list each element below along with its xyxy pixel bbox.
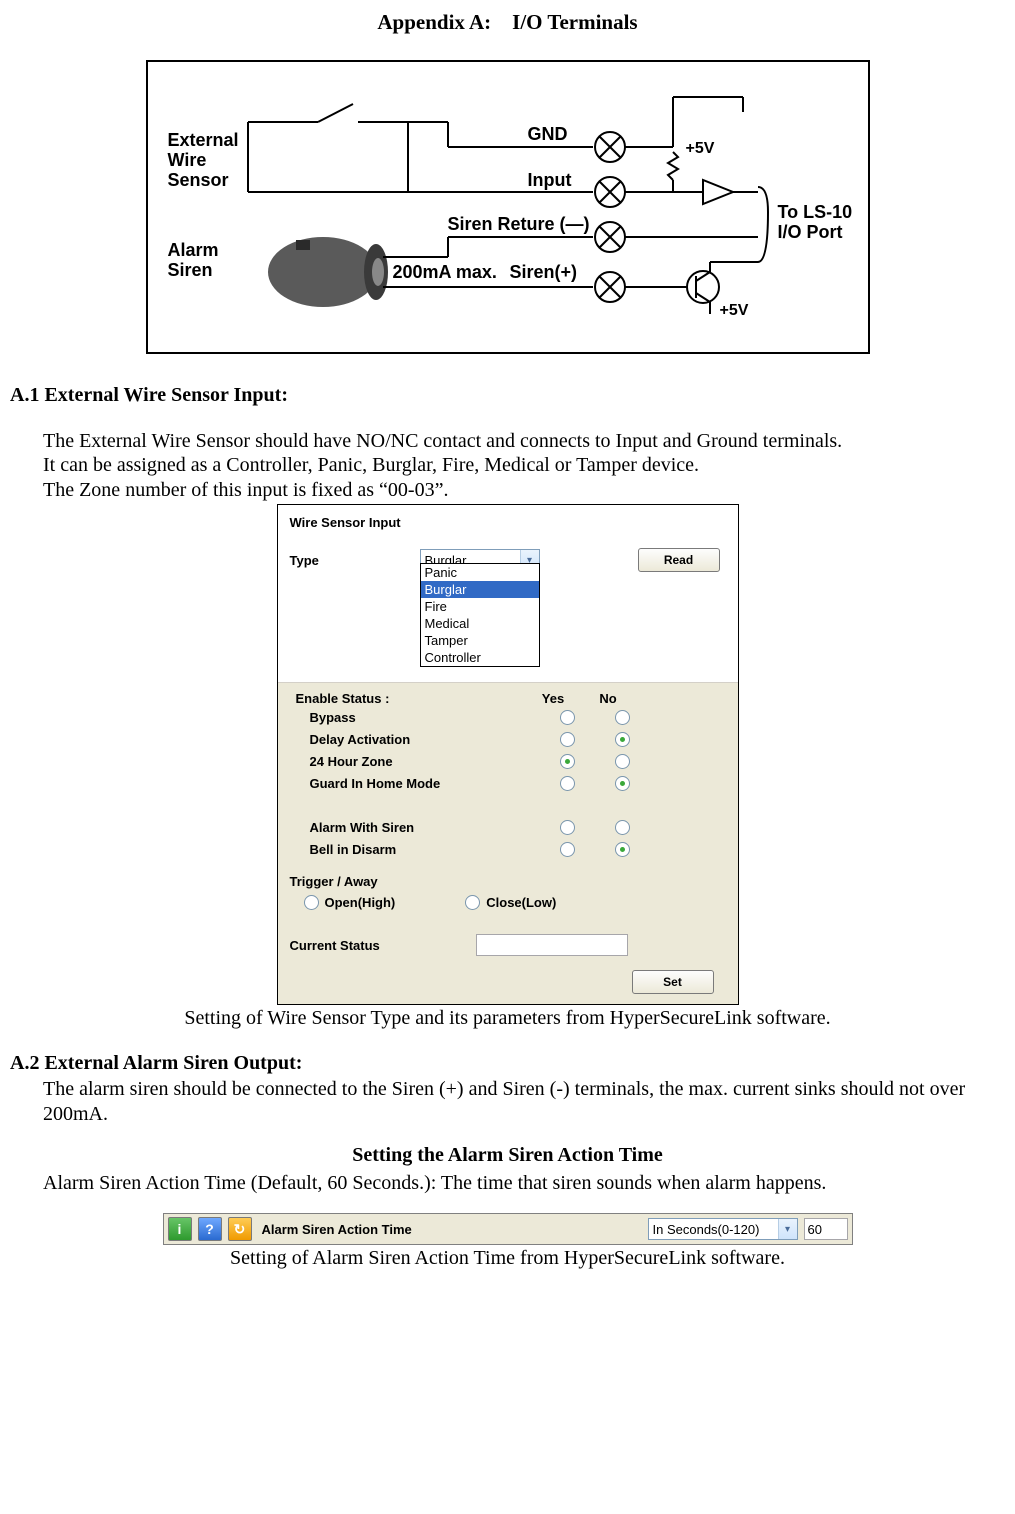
radio-button[interactable] [560, 710, 575, 725]
a2-line1: The alarm siren should be connected to t… [43, 1077, 1000, 1126]
radio-cell [540, 731, 595, 747]
open-high-text: Open(High) [325, 895, 396, 910]
section-a1-body: The External Wire Sensor should have NO/… [43, 429, 1000, 502]
heading-a1: A.1 External Wire Sensor Input: [10, 384, 1005, 407]
enable-row [296, 794, 726, 816]
radio-cell [540, 775, 595, 791]
current-status-field[interactable] [476, 934, 628, 956]
refresh-icon[interactable]: ↻ [228, 1217, 252, 1241]
open-high-option[interactable]: Open(High) [304, 895, 396, 910]
label-5v-a: +5V [686, 140, 715, 158]
info-icon[interactable]: i [168, 1217, 192, 1241]
read-button[interactable]: Read [638, 548, 720, 572]
enable-row: Delay Activation [296, 728, 726, 750]
label-sirenplus: Siren(+) [510, 262, 578, 283]
col-yes: Yes [526, 691, 581, 706]
enable-row-label: Bell in Disarm [296, 842, 540, 857]
close-low-text: Close(Low) [486, 895, 556, 910]
enable-row-label: Guard In Home Mode [296, 776, 540, 791]
radio-open-high[interactable] [304, 895, 319, 910]
radio-button[interactable] [615, 710, 630, 725]
caption-bar: Setting of Alarm Siren Action Time from … [10, 1247, 1005, 1270]
chevron-down-icon: ▾ [778, 1219, 797, 1239]
radio-cell [595, 731, 650, 747]
radio-cell [595, 753, 650, 769]
radio-cell [540, 819, 595, 835]
radio-button[interactable] [615, 820, 630, 835]
type-option[interactable]: Panic [421, 564, 539, 581]
radio-button[interactable] [560, 842, 575, 857]
enable-row-label: Delay Activation [296, 732, 540, 747]
label-siren: Siren [168, 260, 213, 281]
page-title: Appendix A: I/O Terminals [10, 10, 1005, 35]
radio-button[interactable] [560, 732, 575, 747]
label-port2: I/O Port [778, 222, 843, 243]
radio-button[interactable] [615, 754, 630, 769]
col-no: No [581, 691, 636, 706]
radio-button[interactable] [615, 842, 630, 857]
radio-button[interactable] [615, 732, 630, 747]
radio-button[interactable] [560, 776, 575, 791]
label-external: External [168, 130, 239, 151]
enable-row: Bypass [296, 706, 726, 728]
seconds-combo-value: In Seconds(0-120) [653, 1222, 760, 1237]
close-low-option[interactable]: Close(Low) [465, 895, 556, 910]
seconds-value-field[interactable]: 60 [804, 1218, 848, 1240]
enable-row: Bell in Disarm [296, 838, 726, 860]
seconds-combo[interactable]: In Seconds(0-120) ▾ [648, 1218, 798, 1240]
enable-status-label: Enable Status : [296, 691, 526, 706]
type-dropdown-list[interactable]: PanicBurglarFireMedicalTamperController [420, 563, 540, 667]
enable-row-label: 24 Hour Zone [296, 754, 540, 769]
enable-row: Alarm With Siren [296, 816, 726, 838]
radio-cell [595, 841, 650, 857]
caption-panel: Setting of Wire Sensor Type and its para… [10, 1007, 1005, 1030]
a1-line3: The Zone number of this input is fixed a… [43, 478, 1000, 502]
label-200ma: 200mA max. [393, 262, 497, 283]
label-alarm: Alarm [168, 240, 219, 261]
current-status-label: Current Status [290, 938, 476, 953]
type-option[interactable]: Burglar [421, 581, 539, 598]
set-button[interactable]: Set [632, 970, 714, 994]
label-input: Input [528, 170, 572, 191]
siren-heading: Setting the Alarm Siren Action Time [10, 1144, 1005, 1167]
label-gnd: GND [528, 124, 568, 145]
enable-row-label: Bypass [296, 710, 540, 725]
wire-sensor-panel: Wire Sensor Input Type Burglar ▾ Read Pa… [277, 504, 739, 1005]
section-a2-body: The alarm siren should be connected to t… [43, 1077, 1000, 1126]
label-port1: To LS-10 [778, 202, 853, 223]
type-option[interactable]: Fire [421, 598, 539, 615]
siren-line-text: Alarm Siren Action Time (Default, 60 Sec… [43, 1171, 1000, 1195]
radio-cell [595, 709, 650, 725]
label-sensor: Sensor [168, 170, 229, 191]
alarm-siren-bar: i ? ↻ Alarm Siren Action Time In Seconds… [163, 1213, 853, 1245]
a1-line1: The External Wire Sensor should have NO/… [43, 429, 1000, 453]
label-5v-b: +5V [720, 302, 749, 320]
io-terminal-diagram: External Wire Sensor Alarm Siren GND Inp… [146, 60, 870, 354]
type-label: Type [290, 553, 420, 568]
enable-row: 24 Hour Zone [296, 750, 726, 772]
radio-cell [540, 753, 595, 769]
label-wire: Wire [168, 150, 207, 171]
enable-row: Guard In Home Mode [296, 772, 726, 794]
type-option[interactable]: Tamper [421, 632, 539, 649]
siren-line: Alarm Siren Action Time (Default, 60 Sec… [43, 1171, 1000, 1195]
heading-a2: A.2 External Alarm Siren Output: [10, 1052, 1005, 1075]
panel-title: Wire Sensor Input [290, 515, 726, 530]
radio-button[interactable] [615, 776, 630, 791]
trigger-label: Trigger / Away [290, 874, 726, 889]
label-siren-ret: Siren Reture (—) [448, 214, 590, 235]
a1-line2: It can be assigned as a Controller, Pani… [43, 453, 1000, 477]
bar-label: Alarm Siren Action Time [262, 1222, 412, 1237]
radio-cell [540, 841, 595, 857]
enable-row-label: Alarm With Siren [296, 820, 540, 835]
radio-button[interactable] [560, 754, 575, 769]
radio-close-low[interactable] [465, 895, 480, 910]
radio-cell [595, 819, 650, 835]
type-option[interactable]: Controller [421, 649, 539, 666]
help-icon[interactable]: ? [198, 1217, 222, 1241]
radio-cell [540, 709, 595, 725]
radio-cell [595, 775, 650, 791]
radio-button[interactable] [560, 820, 575, 835]
type-option[interactable]: Medical [421, 615, 539, 632]
